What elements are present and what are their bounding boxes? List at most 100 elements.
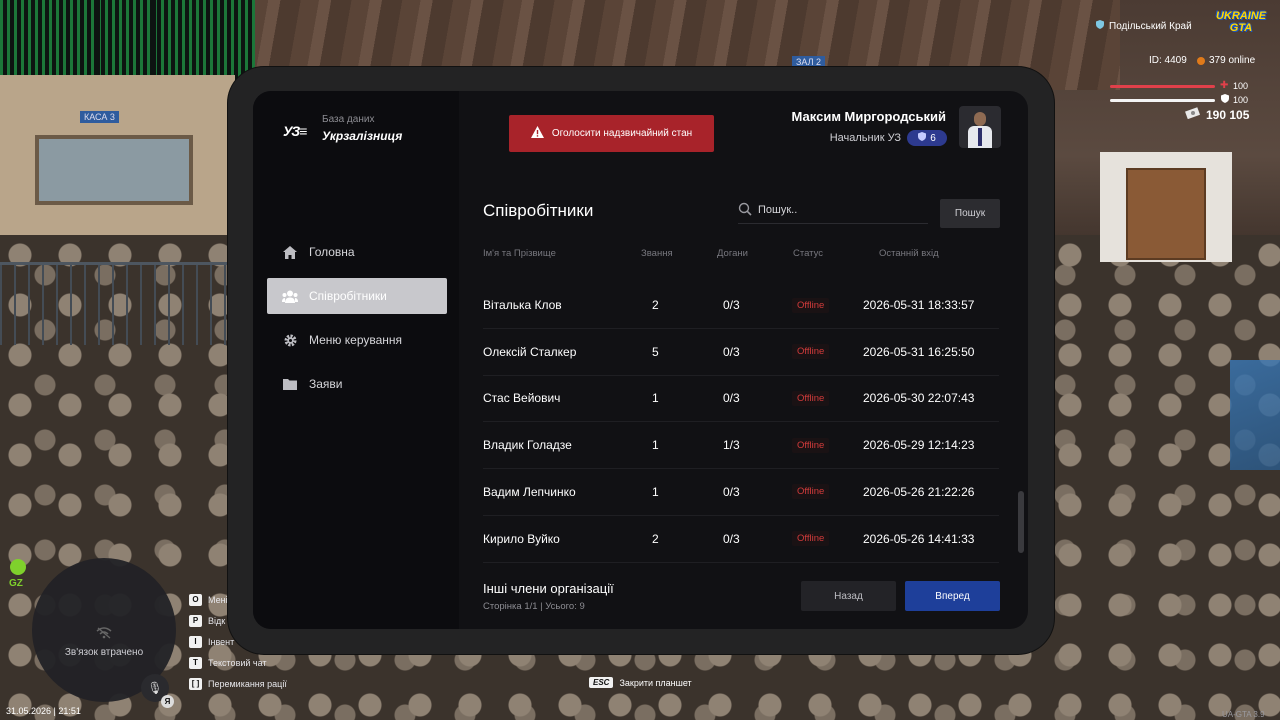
cell-rank-text: 1	[652, 438, 659, 453]
table-row[interactable]: Владик Голадзе 1 1/3 Offline 2026-05-29 12:1…	[483, 422, 999, 470]
cell-status-text: Offline	[792, 297, 830, 313]
sidebar-item-label: Співробітники	[309, 289, 387, 303]
cell-status: Offline	[792, 329, 830, 375]
footer-title: Інші члени організації	[483, 581, 614, 596]
sidebar-item-control-menu[interactable]: Меню керування	[267, 322, 447, 358]
sidebar-item-home[interactable]: Головна	[267, 234, 447, 270]
shield-icon	[1096, 20, 1104, 32]
table-row[interactable]: Віталька Клов 2 0/3 Offline 2026-05-31 18:33…	[483, 282, 999, 329]
blue-marker	[1230, 360, 1280, 470]
online-icon	[1197, 56, 1205, 65]
keybind-list: O Мені P Відк I Інвент T Текстовий чат [ ] Переми…	[189, 589, 287, 694]
kasa-sign: КАСА 3	[80, 111, 119, 123]
armor-bar	[1110, 99, 1215, 102]
sidebar: УЗ≡ База даних Укрзалізниця Головна Спів…	[253, 91, 459, 629]
cell-status-text: Offline	[792, 344, 830, 360]
keybind-label: Відк	[208, 615, 226, 626]
cell-status: Offline	[792, 282, 830, 328]
keybind-label: Перемикання рації	[208, 678, 287, 689]
cell-warnings: 0/3	[723, 469, 740, 515]
minimap-status: Зв'язок втрачено	[32, 627, 176, 659]
cell-warnings: 0/3	[723, 375, 740, 421]
keybind-key: I	[189, 635, 202, 648]
cell-name: Владик Голадзе	[483, 422, 572, 468]
shield-icon	[918, 132, 927, 144]
cell-name-text: Владик Голадзе	[483, 438, 572, 453]
cell-warnings-text: 0/3	[723, 484, 740, 499]
column-header-name: Ім'я та Прізвище	[483, 248, 556, 259]
wooden-door	[1126, 168, 1206, 260]
cell-name-text: Віталька Клов	[483, 298, 562, 312]
region-name: Подільський Край	[1109, 20, 1192, 32]
kiosk-window	[35, 135, 193, 205]
datetime: 31.05.2026 | 21:51	[6, 706, 81, 716]
cell-name: Віталька Клов	[483, 282, 562, 328]
server-logo: UKRAINE GTA	[1215, 10, 1267, 34]
cell-last-login-text: 2026-05-26 21:22:26	[863, 484, 975, 499]
logo-subtitle: База даних	[322, 114, 375, 125]
cell-status: Offline	[792, 516, 830, 562]
column-header-warnings: Догани	[717, 248, 748, 259]
search-placeholder: Пошук..	[758, 204, 798, 216]
cell-name: Вадим Лепчинко	[483, 469, 576, 515]
health-icon: ✚	[1220, 80, 1229, 91]
cell-warnings-text: 1/3	[723, 438, 740, 453]
cell-rank-text: 2	[652, 531, 659, 546]
cell-rank-text: 5	[652, 344, 659, 359]
avatar[interactable]	[959, 106, 1001, 148]
table-row[interactable]: Вадим Лепчинко 1 0/3 Offline 2026-05-26 21:2…	[483, 469, 999, 516]
keybind-label: Інвент	[208, 636, 235, 647]
table-row[interactable]: Олексій Сталкер 5 0/3 Offline 2026-05-31 16:…	[483, 329, 999, 376]
cell-last-login: 2026-05-26 14:41:33	[863, 516, 974, 562]
player-id: ID: 4409	[1149, 55, 1187, 66]
back-button[interactable]: Назад	[801, 581, 896, 611]
cell-warnings-text: 0/3	[723, 391, 740, 406]
emergency-button[interactable]: Оголосити надзвичайний стан	[509, 115, 714, 152]
sidebar-item-label: Головна	[309, 245, 355, 259]
sidebar-item-employees[interactable]: Співробітники	[267, 278, 447, 314]
warning-icon	[530, 126, 544, 141]
cell-warnings-text: 0/3	[723, 531, 740, 546]
gang-zone-label: GZ	[9, 578, 23, 589]
tablet-screen: УЗ≡ База даних Укрзалізниця Головна Спів…	[253, 91, 1028, 629]
logo-title: Укрзалізниця	[322, 129, 403, 143]
region-indicator: Подільський Край	[1096, 20, 1192, 32]
sidebar-item-applications[interactable]: Заяви	[267, 366, 447, 402]
table-row[interactable]: Кирило Вуйко 2 0/3 Offline 2026-05-26 14:41:…	[483, 516, 999, 563]
next-button[interactable]: Вперед	[905, 581, 1000, 611]
scrollbar[interactable]	[1018, 491, 1024, 553]
cell-rank: 2	[652, 516, 659, 562]
sidebar-item-label: Заяви	[309, 377, 343, 391]
cell-last-login-text: 2026-05-31 18:33:57	[863, 298, 975, 312]
armor-value: 100	[1233, 95, 1249, 105]
cell-warnings: 0/3	[723, 329, 740, 375]
keybind-key: P	[189, 614, 202, 627]
cell-status-text: Offline	[792, 437, 830, 453]
health-value: 100	[1233, 81, 1249, 91]
cell-name-text: Олексій Сталкер	[483, 344, 577, 359]
metal-fence	[0, 262, 240, 345]
column-header-last-login: Останній вхід	[879, 248, 939, 259]
cell-name-text: Кирило Вуйко	[483, 531, 560, 546]
cell-rank: 5	[652, 329, 659, 375]
sidebar-item-label: Меню керування	[309, 333, 403, 347]
cell-rank-text: 1	[652, 391, 659, 406]
cell-name-text: Вадим Лепчинко	[483, 484, 576, 499]
version-label: UA-GTA 3.9	[1222, 710, 1265, 719]
cell-warnings: 0/3	[723, 516, 740, 562]
cell-status-text: Offline	[792, 531, 830, 546]
money-icon	[1185, 107, 1201, 122]
search-input[interactable]: Пошук..	[738, 197, 928, 224]
cell-rank: 1	[652, 422, 659, 468]
keybind-row: [ ] Перемикання рації	[189, 673, 287, 694]
cell-last-login: 2026-05-31 18:33:57	[863, 282, 974, 328]
gear-icon	[281, 334, 299, 347]
cell-warnings: 1/3	[723, 422, 740, 468]
table-row[interactable]: Стас Вейович 1 0/3 Offline 2026-05-30 22:07:…	[483, 375, 999, 423]
cell-rank: 2	[652, 282, 659, 328]
user-name: Максим Миргородський	[791, 109, 946, 124]
search-button[interactable]: Пошук	[940, 199, 1000, 228]
keybind-row: P Відк	[189, 610, 287, 631]
emergency-button-label: Оголосити надзвичайний стан	[551, 128, 693, 139]
cell-rank: 1	[652, 375, 659, 421]
